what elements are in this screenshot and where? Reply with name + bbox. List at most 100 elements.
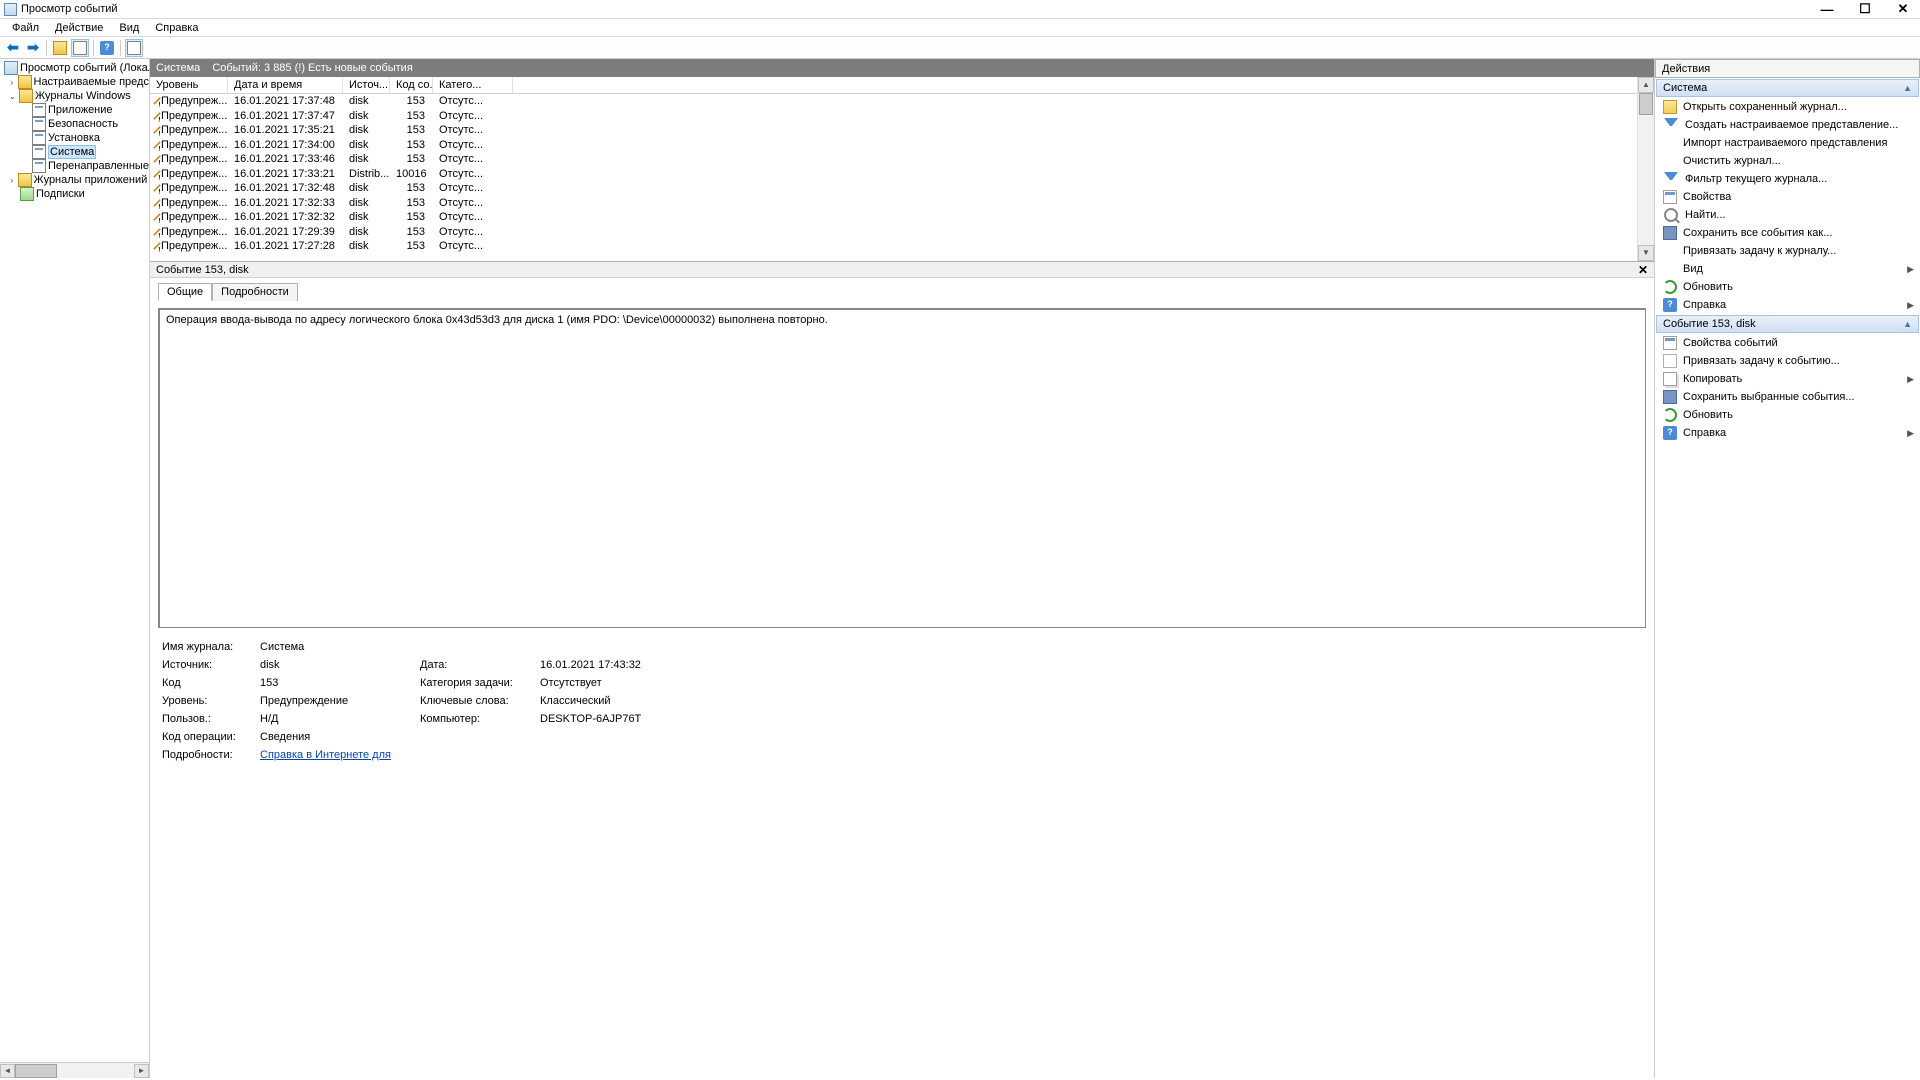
- tree-hscrollbar[interactable]: ◄ ►: [0, 1062, 149, 1078]
- tree-windows-logs[interactable]: ⌄Журналы Windows: [0, 89, 149, 103]
- event-row[interactable]: Предупреж...16.01.2021 17:32:32disk153От…: [150, 210, 1637, 225]
- show-tree-button[interactable]: [71, 39, 89, 57]
- events-grid-wrap: Уровень Дата и время Источ... Код со... …: [150, 77, 1654, 262]
- event-row[interactable]: Предупреж...16.01.2021 17:37:48disk153От…: [150, 94, 1637, 109]
- tree-root[interactable]: Просмотр событий (Локальн: [0, 61, 149, 75]
- action-item[interactable]: Обновить: [1657, 406, 1920, 424]
- action-item[interactable]: Привязать задачу к журналу...: [1657, 242, 1920, 260]
- action-icon: [1663, 336, 1677, 350]
- event-row[interactable]: Предупреж...16.01.2021 17:35:21disk153От…: [150, 123, 1637, 138]
- tree-app-service-logs[interactable]: ›Журналы приложений и сл: [0, 173, 149, 187]
- event-row[interactable]: Предупреж...16.01.2021 17:27:28disk153От…: [150, 239, 1637, 254]
- action-icon: [1663, 372, 1677, 386]
- action-item[interactable]: Свойства: [1657, 188, 1920, 206]
- action-item[interactable]: Вид▶: [1657, 260, 1920, 278]
- col-eventid[interactable]: Код со...: [390, 77, 433, 93]
- scroll-up-button[interactable]: ▲: [1638, 77, 1654, 93]
- tree-item-setup[interactable]: Установка: [0, 131, 149, 145]
- tab-details[interactable]: Подробности: [212, 283, 298, 301]
- tab-general[interactable]: Общие: [158, 283, 212, 301]
- tree-subscriptions[interactable]: Подписки: [0, 187, 149, 201]
- panel-icon: [73, 41, 87, 55]
- col-source[interactable]: Источ...: [343, 77, 390, 93]
- action-item[interactable]: Очистить журнал...: [1657, 152, 1920, 170]
- warning-icon: [153, 185, 160, 192]
- action-item[interactable]: Сохранить все события как...: [1657, 224, 1920, 242]
- menu-view[interactable]: Вид: [111, 21, 147, 35]
- event-row[interactable]: Предупреж...16.01.2021 17:37:47disk153От…: [150, 109, 1637, 124]
- scroll-thumb[interactable]: [15, 1064, 57, 1078]
- collapse-icon[interactable]: ⌄: [8, 91, 17, 102]
- action-item[interactable]: Открыть сохраненный журнал...: [1657, 98, 1920, 116]
- col-datetime[interactable]: Дата и время: [228, 77, 343, 93]
- action-item[interactable]: Импорт настраиваемого представления: [1657, 134, 1920, 152]
- warning-icon: [153, 127, 160, 134]
- tree-item-security[interactable]: Безопасность: [0, 117, 149, 131]
- prop-computer-value: DESKTOP-6AJP76T: [540, 713, 641, 725]
- prop-opcode-label: Код операции:: [162, 731, 260, 743]
- app-icon: [4, 3, 17, 16]
- menu-help[interactable]: Справка: [147, 21, 206, 35]
- menu-action[interactable]: Действие: [47, 21, 111, 35]
- col-category[interactable]: Катего...: [433, 77, 513, 93]
- expand-icon[interactable]: ›: [8, 175, 16, 185]
- log-summary: Событий: 3 885 (!) Есть новые события: [212, 62, 412, 74]
- action-item[interactable]: ?Справка▶: [1657, 296, 1920, 314]
- action-item[interactable]: Создать настраиваемое представление...: [1657, 116, 1920, 134]
- scroll-left-button[interactable]: ◄: [0, 1064, 15, 1078]
- event-row[interactable]: Предупреж...16.01.2021 17:32:48disk153От…: [150, 181, 1637, 196]
- event-row[interactable]: Предупреж...16.01.2021 17:34:00disk153От…: [150, 138, 1637, 153]
- col-level[interactable]: Уровень: [150, 77, 228, 93]
- action-item[interactable]: Найти...: [1657, 206, 1920, 224]
- action-item[interactable]: Обновить: [1657, 278, 1920, 296]
- online-help-link[interactable]: Справка в Интернете для: [260, 749, 391, 761]
- help-button[interactable]: ?: [98, 39, 116, 57]
- action-item[interactable]: Копировать▶: [1657, 370, 1920, 388]
- tree-item-application[interactable]: Приложение: [0, 103, 149, 117]
- nav-back-button[interactable]: ⬅: [4, 39, 22, 57]
- prop-source-value: disk: [260, 659, 420, 671]
- scroll-down-button[interactable]: ▼: [1638, 245, 1654, 261]
- detail-close-button[interactable]: ✕: [1638, 263, 1648, 277]
- actions-event-list: Свойства событийПривязать задачу к событ…: [1655, 334, 1920, 442]
- grid-vscrollbar[interactable]: ▲ ▼: [1637, 77, 1654, 261]
- scroll-track[interactable]: [1638, 93, 1654, 245]
- detail-tabs: Общие Подробности: [150, 278, 1654, 300]
- tree-custom-views[interactable]: ›Настраиваемые представл: [0, 75, 149, 89]
- action-item[interactable]: Привязать задачу к событию...: [1657, 352, 1920, 370]
- scroll-track[interactable]: [15, 1064, 134, 1078]
- expand-icon[interactable]: ›: [8, 77, 16, 87]
- event-row[interactable]: Предупреж...16.01.2021 17:29:39disk153От…: [150, 225, 1637, 240]
- detail-header: Событие 153, disk ✕: [150, 262, 1654, 278]
- tree-item-forwarded[interactable]: Перенаправленные соб: [0, 159, 149, 173]
- maximize-button[interactable]: ☐: [1858, 2, 1872, 16]
- prop-logname-label: Имя журнала:: [162, 641, 260, 653]
- event-row[interactable]: Предупреж...16.01.2021 17:33:21Distrib..…: [150, 167, 1637, 182]
- log-icon: [32, 145, 46, 159]
- tree-item-system[interactable]: Система: [0, 145, 149, 159]
- action-item[interactable]: Сохранить выбранные события...: [1657, 388, 1920, 406]
- actions-section-event[interactable]: Событие 153, disk▲: [1656, 315, 1919, 333]
- show-actions-button[interactable]: [125, 39, 143, 57]
- warning-icon: [153, 214, 160, 221]
- event-row[interactable]: Предупреж...16.01.2021 17:33:46disk153От…: [150, 152, 1637, 167]
- action-item[interactable]: ?Справка▶: [1657, 424, 1920, 442]
- close-button[interactable]: ✕: [1896, 2, 1910, 16]
- actions-title: Действия: [1655, 59, 1920, 78]
- action-icon: [1664, 208, 1678, 222]
- minimize-button[interactable]: —: [1820, 2, 1834, 16]
- actions-section-system[interactable]: Система▲: [1656, 79, 1919, 97]
- nav-forward-button[interactable]: ➡: [24, 39, 42, 57]
- up-level-button[interactable]: [51, 39, 69, 57]
- folder-icon: [18, 75, 32, 89]
- action-item[interactable]: Свойства событий: [1657, 334, 1920, 352]
- event-row[interactable]: Предупреж...16.01.2021 17:32:33disk153От…: [150, 196, 1637, 211]
- scroll-thumb[interactable]: [1639, 93, 1653, 115]
- prop-taskcat-value: Отсутствует: [540, 677, 602, 689]
- menu-file[interactable]: Файл: [4, 21, 47, 35]
- tree: Просмотр событий (Локальн ›Настраиваемые…: [0, 59, 149, 1062]
- action-item[interactable]: Фильтр текущего журнала...: [1657, 170, 1920, 188]
- log-icon: [32, 103, 46, 117]
- action-icon: ?: [1663, 426, 1677, 440]
- scroll-right-button[interactable]: ►: [134, 1064, 149, 1078]
